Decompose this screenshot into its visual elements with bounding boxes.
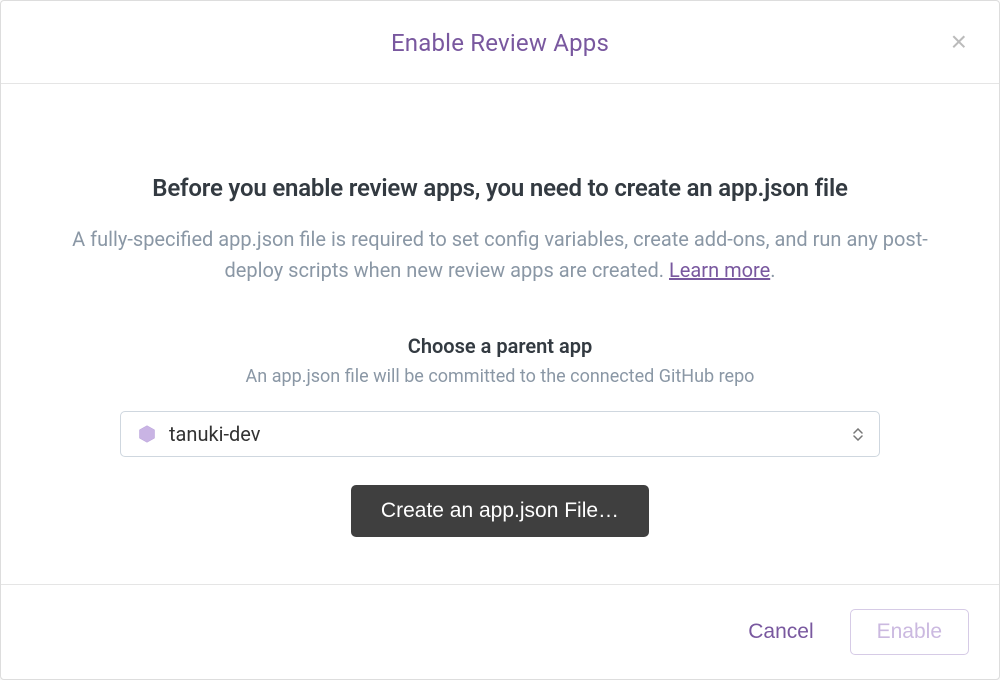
description-suffix: .	[770, 258, 775, 282]
hexagon-icon	[137, 424, 157, 444]
enable-button[interactable]: Enable	[850, 609, 969, 655]
create-appjson-button[interactable]: Create an app.json File…	[351, 485, 649, 537]
description-prefix: A fully-specified app.json file is requi…	[72, 227, 928, 282]
modal-body: Before you enable review apps, you need …	[1, 84, 999, 584]
parent-app-select-wrapper: tanuki-dev	[120, 411, 880, 457]
modal-title: Enable Review Apps	[391, 29, 609, 57]
parent-app-sublabel: An app.json file will be committed to th…	[61, 366, 939, 387]
parent-app-label: Choose a parent app	[61, 334, 939, 358]
close-icon: ×	[951, 26, 967, 57]
close-button[interactable]: ×	[947, 24, 971, 60]
chevron-up-down-icon	[853, 428, 863, 441]
learn-more-link[interactable]: Learn more	[669, 258, 770, 282]
parent-app-select[interactable]: tanuki-dev	[120, 411, 880, 457]
modal-header: Enable Review Apps ×	[1, 1, 999, 84]
parent-app-selected-value: tanuki-dev	[169, 422, 853, 446]
cancel-button[interactable]: Cancel	[736, 612, 825, 652]
main-heading: Before you enable review apps, you need …	[61, 174, 939, 202]
description-text: A fully-specified app.json file is requi…	[65, 224, 935, 286]
enable-review-apps-modal: Enable Review Apps × Before you enable r…	[0, 0, 1000, 680]
modal-footer: Cancel Enable	[1, 584, 999, 679]
